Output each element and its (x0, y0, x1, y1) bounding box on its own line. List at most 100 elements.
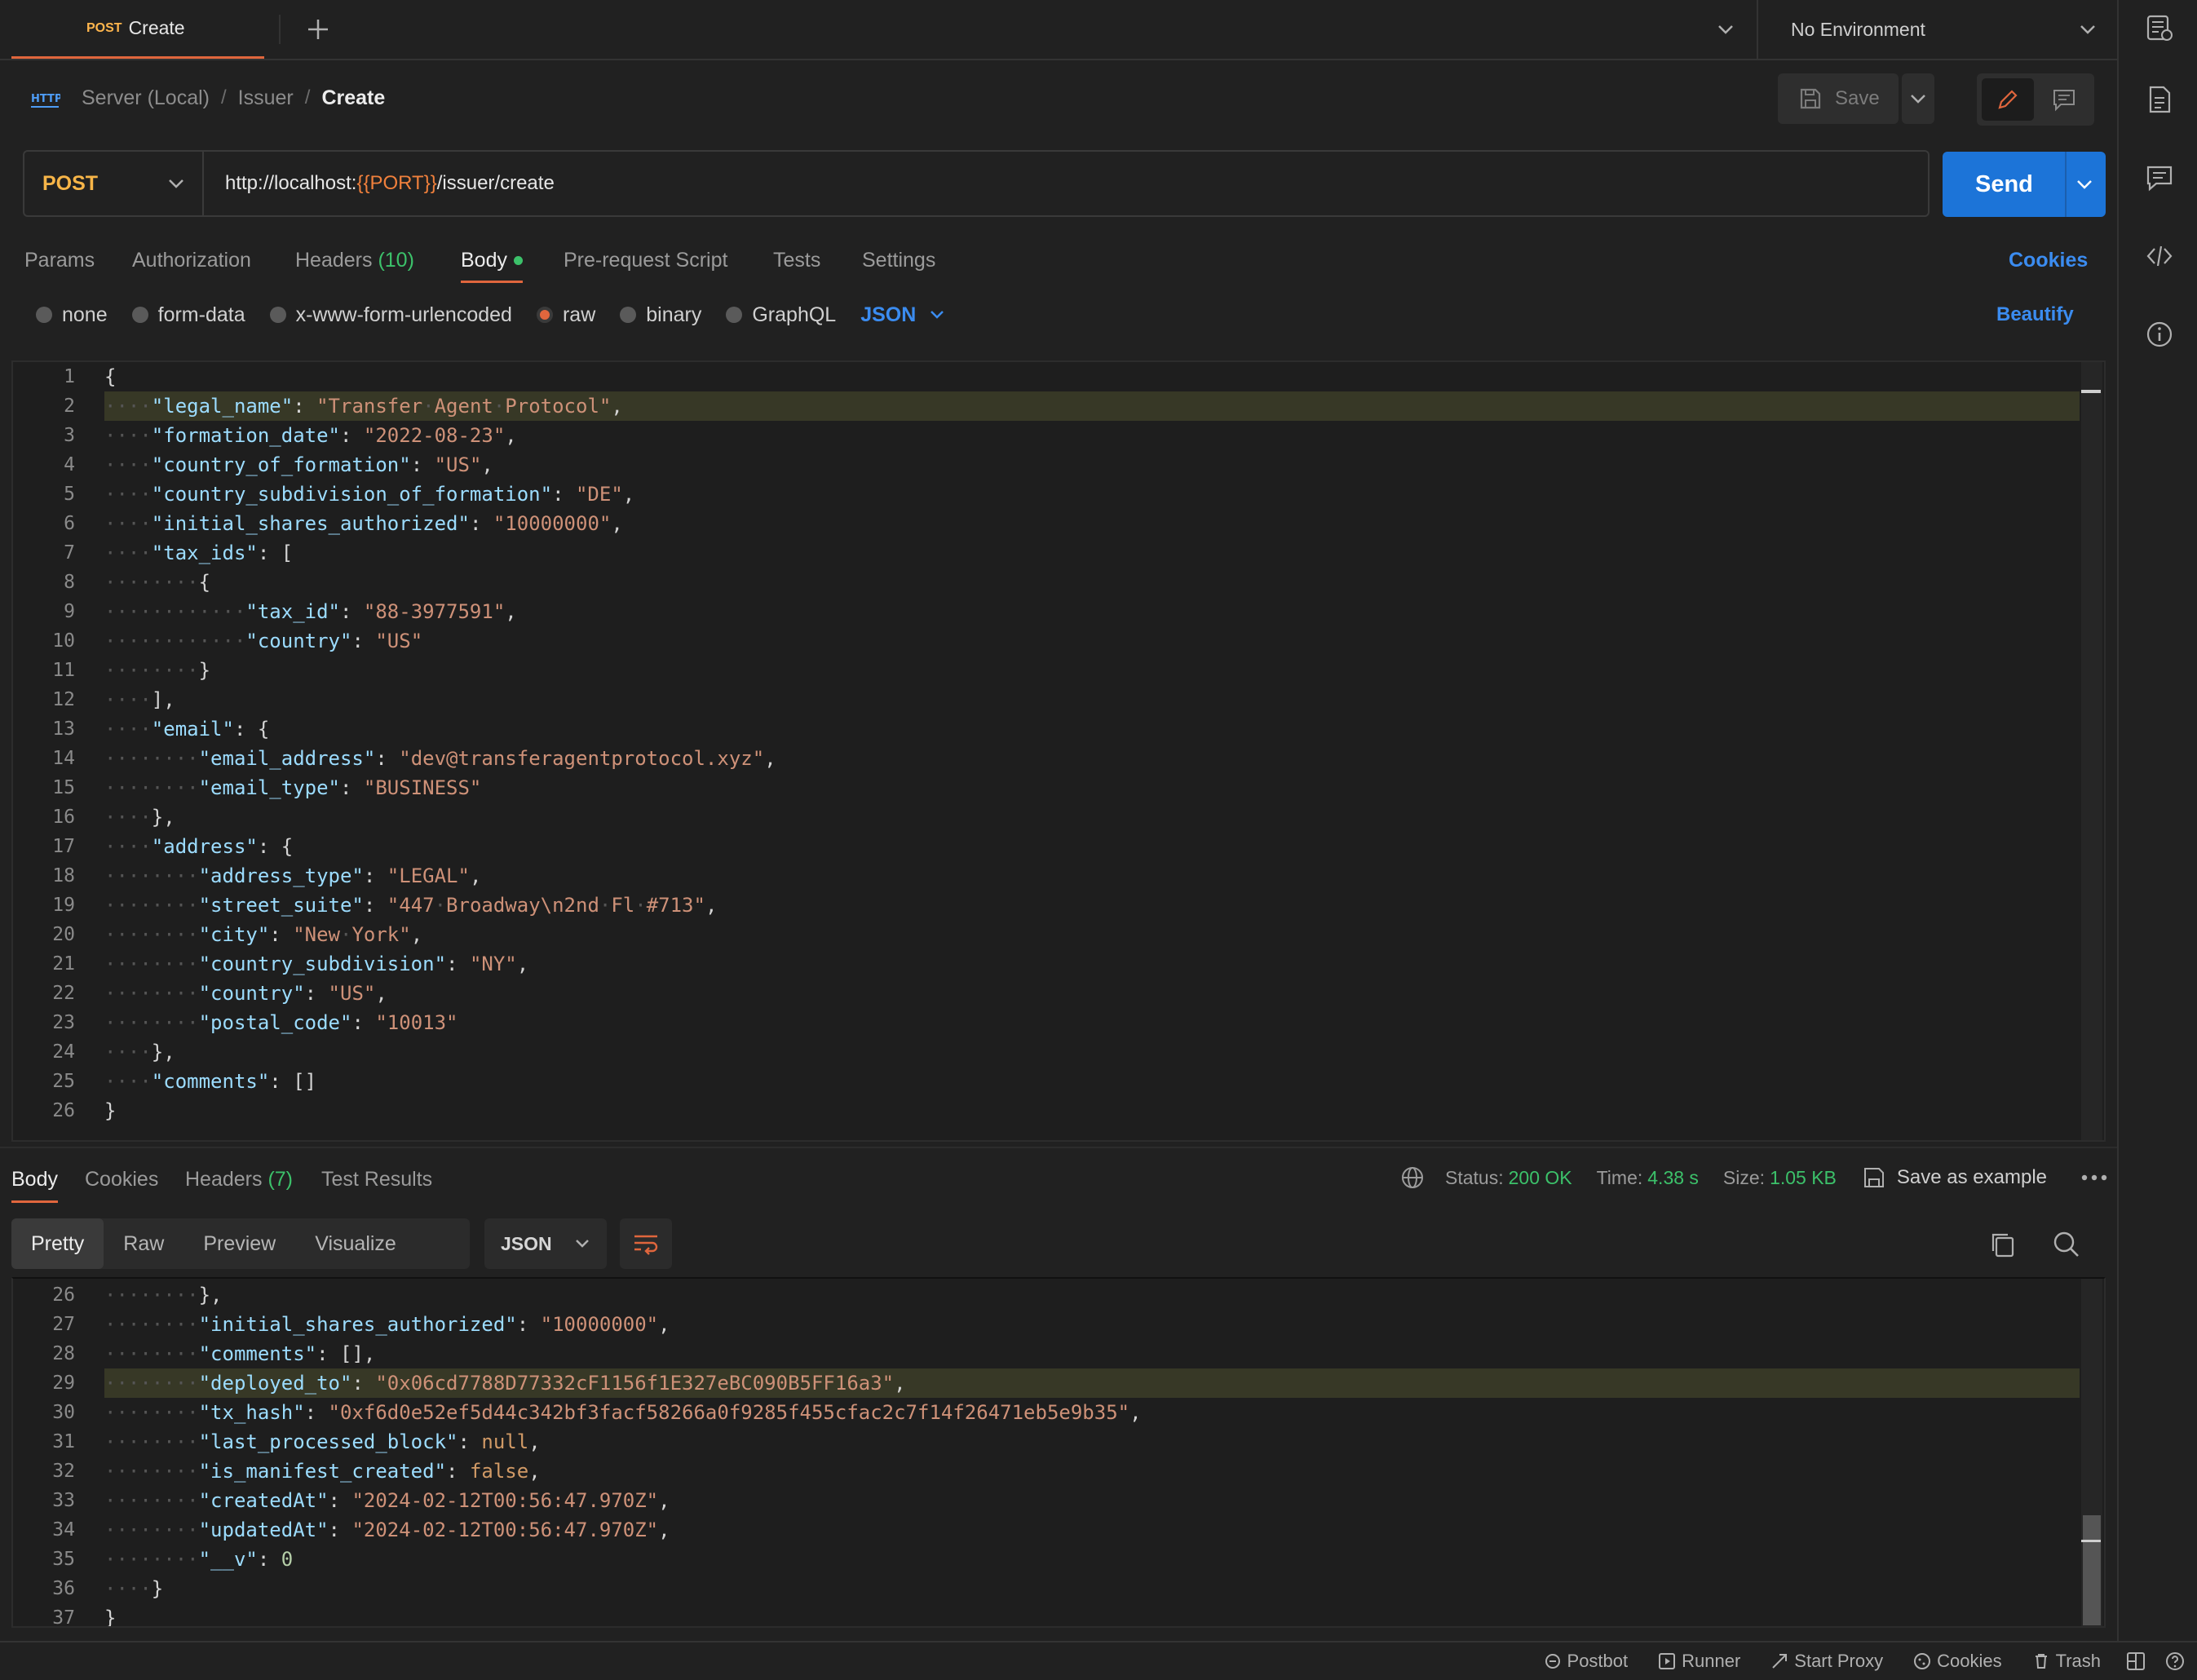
tab-body[interactable]: Body (461, 240, 523, 283)
breadcrumb-folder[interactable]: Issuer (238, 86, 294, 110)
code-line: ····"country_subdivision_of_formation": … (104, 483, 635, 506)
search-icon[interactable] (2050, 1228, 2083, 1261)
documentation-icon[interactable] (2143, 83, 2176, 116)
radio-urlencoded[interactable]: x-www-form-urlencoded (269, 303, 512, 327)
chevron-down-icon (931, 311, 944, 319)
edit-mode-button[interactable] (1982, 78, 2034, 121)
radio-graphql[interactable]: GraphQL (726, 303, 836, 327)
radio-graphql-label: GraphQL (752, 303, 837, 326)
cookies-link[interactable]: Cookies (2009, 240, 2088, 281)
view-visualize[interactable]: Visualize (295, 1218, 416, 1269)
response-tab-test-results[interactable]: Test Results (321, 1158, 432, 1200)
response-tab-headers[interactable]: Headers (7) (185, 1158, 293, 1200)
view-raw[interactable]: Raw (104, 1218, 183, 1269)
save-options-button[interactable] (1902, 73, 1934, 124)
response-scrollbar-thumb[interactable] (2083, 1515, 2101, 1625)
response-tab-body[interactable]: Body (11, 1158, 58, 1203)
two-pane-icon[interactable] (2125, 1651, 2146, 1672)
code-line: ········"postal_code": "10013" (104, 1011, 458, 1034)
start-proxy-label: Start Proxy (1794, 1651, 1884, 1671)
code-line: ········"comments": [], (104, 1342, 376, 1365)
trash-icon (2035, 1654, 2047, 1669)
new-tab-button[interactable] (300, 11, 336, 47)
response-body-viewer[interactable]: 26 ········}, 27 ········"initial_shares_au… (11, 1277, 2106, 1628)
breadcrumb-collection[interactable]: Server (Local) (82, 86, 210, 110)
breadcrumb-current[interactable]: Create (321, 86, 385, 110)
response-tab-headers-label: Headers (185, 1167, 263, 1191)
comment-mode-button[interactable] (2039, 78, 2089, 121)
start-proxy-button[interactable]: Start Proxy (1770, 1651, 1883, 1672)
radio-circle (131, 307, 148, 323)
chevron-down-icon (169, 179, 183, 188)
save-icon (1800, 88, 1821, 109)
code-line: ········"updatedAt": "2024-02-12T00:56:4… (104, 1519, 670, 1541)
radio-form-data[interactable]: form-data (131, 303, 245, 327)
pane-divider[interactable] (0, 1147, 2117, 1148)
response-view-selector: Pretty Raw Preview Visualize (11, 1218, 470, 1269)
line-number: 17 (52, 836, 75, 857)
save-as-example-button[interactable]: Save as example (1861, 1165, 2047, 1191)
environment-label: No Environment (1791, 18, 1925, 40)
line-number: 3 (64, 425, 75, 446)
editor-scrollbar[interactable] (2081, 362, 2102, 1140)
radio-none[interactable]: none (36, 303, 108, 327)
tabs-dropdown-button[interactable] (1711, 15, 1740, 44)
code-line: ············"country": "US" (104, 630, 423, 652)
response-tab-cookies[interactable]: Cookies (85, 1158, 158, 1200)
environment-selector[interactable]: No Environment (1757, 0, 2117, 59)
breadcrumb: HTTP Server (Local) / Issuer / Create (29, 75, 385, 121)
raw-format-dropdown[interactable]: JSON (860, 302, 950, 328)
line-number: 22 (52, 983, 75, 1004)
chevron-down-icon[interactable] (2070, 170, 2099, 199)
method-selector[interactable]: POST (23, 150, 204, 217)
tab-settings[interactable]: Settings (862, 240, 935, 281)
time-value: 4.38 s (1647, 1166, 1699, 1188)
response-tab-body-label: Body (11, 1167, 58, 1191)
radio-raw[interactable]: raw (536, 303, 596, 327)
beautify-button[interactable]: Beautify (1996, 295, 2074, 334)
view-pretty[interactable]: Pretty (11, 1218, 104, 1269)
time-label: Time: (1596, 1166, 1643, 1188)
more-options-icon[interactable] (2080, 1169, 2109, 1186)
url-input[interactable]: http://localhost: {{PORT}}/issuer/create (225, 150, 555, 217)
info-icon[interactable] (2143, 318, 2176, 351)
comments-icon[interactable] (2143, 161, 2176, 194)
view-preview[interactable]: Preview (183, 1218, 295, 1269)
help-icon[interactable] (2164, 1651, 2186, 1672)
footer-cookies-button[interactable]: Cookies (1912, 1651, 2002, 1672)
tab-pre-request-script[interactable]: Pre-request Script (564, 240, 727, 281)
postbot-label: Postbot (1567, 1651, 1629, 1671)
response-tab-cookies-label: Cookies (85, 1167, 159, 1191)
radio-raw-label: raw (562, 303, 596, 326)
tab-params[interactable]: Params (24, 240, 95, 281)
tab-authorization[interactable]: Authorization (132, 240, 251, 281)
tab-params-label: Params (24, 248, 95, 272)
request-tab-active[interactable]: POST Create (11, 0, 264, 59)
code-icon[interactable] (2143, 240, 2176, 272)
wrap-lines-button[interactable] (620, 1218, 672, 1269)
copy-icon[interactable] (1987, 1228, 2019, 1261)
view-preview-label: Preview (203, 1231, 276, 1255)
code-line: ········"initial_shares_authorized": "10… (104, 1313, 670, 1336)
save-button[interactable]: Save (1778, 73, 1899, 124)
runner-button[interactable]: Runner (1657, 1651, 1740, 1672)
line-number: 4 (64, 454, 75, 475)
radio-binary[interactable]: binary (620, 303, 701, 327)
response-format-dropdown[interactable]: JSON (484, 1218, 607, 1269)
save-icon (1863, 1168, 1884, 1187)
postbot-button[interactable]: Postbot (1543, 1651, 1629, 1672)
tab-tests[interactable]: Tests (773, 240, 820, 281)
line-number: 5 (64, 484, 75, 505)
tab-headers[interactable]: Headers (10) (295, 240, 414, 281)
globe-icon[interactable] (1399, 1165, 1426, 1191)
body-type-selector: none form-data x-www-form-urlencoded raw… (36, 295, 950, 334)
code-line: ········}, (104, 1284, 223, 1306)
send-button[interactable]: Send (1943, 152, 2106, 217)
tab-method-badge: POST (86, 20, 122, 35)
line-number: 27 (52, 1314, 75, 1335)
code-line: ····"tax_ids": [ (104, 542, 294, 564)
send-label: Send (1975, 170, 2033, 197)
request-body-editor[interactable]: 1 {2 ····"legal_name": "Transfer·Agent·Pro… (11, 360, 2106, 1142)
trash-button[interactable]: Trash (2031, 1651, 2101, 1672)
environment-quicklook-icon[interactable] (2143, 11, 2176, 44)
